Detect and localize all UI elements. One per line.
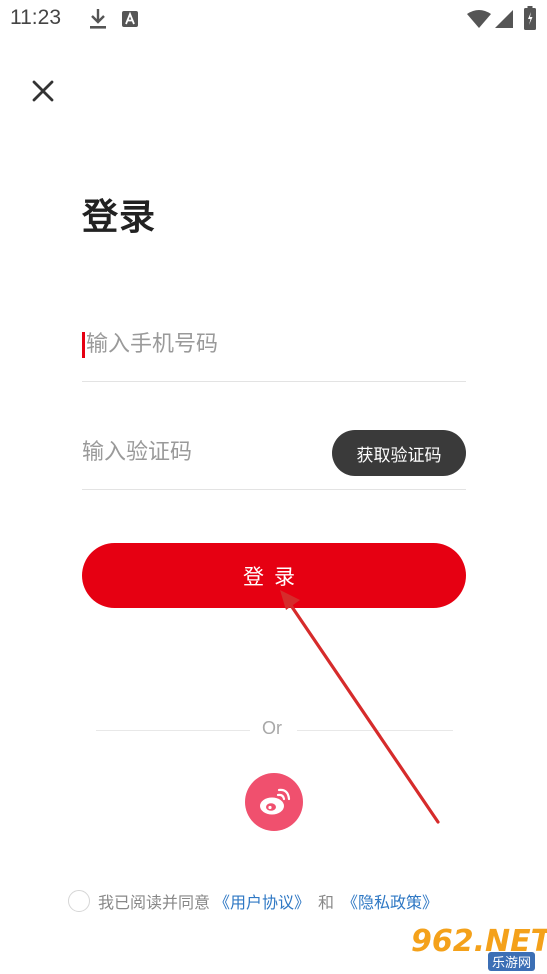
privacy-policy-link[interactable]: 《隐私政策》: [342, 889, 438, 913]
divider-left: [96, 730, 250, 731]
phone-field: [82, 318, 466, 382]
text-cursor: [82, 332, 85, 358]
battery-icon: [524, 6, 536, 34]
close-icon: [32, 80, 54, 102]
status-time: 11:23: [10, 6, 61, 29]
get-code-button[interactable]: 获取验证码: [332, 430, 466, 476]
page-title: 登录: [82, 197, 157, 238]
wifi-icon: [466, 9, 492, 33]
watermark-sub: 乐游网: [487, 952, 535, 971]
agreement-and: 和: [318, 893, 335, 912]
phone-input[interactable]: [82, 318, 466, 370]
status-bar: 11:23: [0, 0, 547, 38]
watermark-logo: 962.NET 乐游网: [411, 924, 547, 971]
agreement-text: 我已阅读并同意: [98, 893, 211, 912]
weibo-login-button[interactable]: [245, 773, 303, 831]
agreement-row: 我已阅读并同意 《用户协议》 和 《隐私政策》: [68, 888, 438, 914]
signal-icon: [494, 9, 514, 33]
code-field: 获取验证码: [82, 426, 466, 490]
divider-right: [297, 730, 453, 731]
code-input[interactable]: [82, 426, 322, 478]
close-button[interactable]: [26, 74, 60, 108]
agreement-checkbox[interactable]: [68, 890, 90, 912]
weibo-icon: [260, 788, 291, 815]
text-notification-icon: [121, 10, 139, 32]
login-button[interactable]: 登录: [82, 543, 466, 608]
user-agreement-link[interactable]: 《用户协议》: [214, 889, 310, 913]
or-label: Or: [262, 718, 282, 738]
download-icon: [88, 8, 108, 34]
